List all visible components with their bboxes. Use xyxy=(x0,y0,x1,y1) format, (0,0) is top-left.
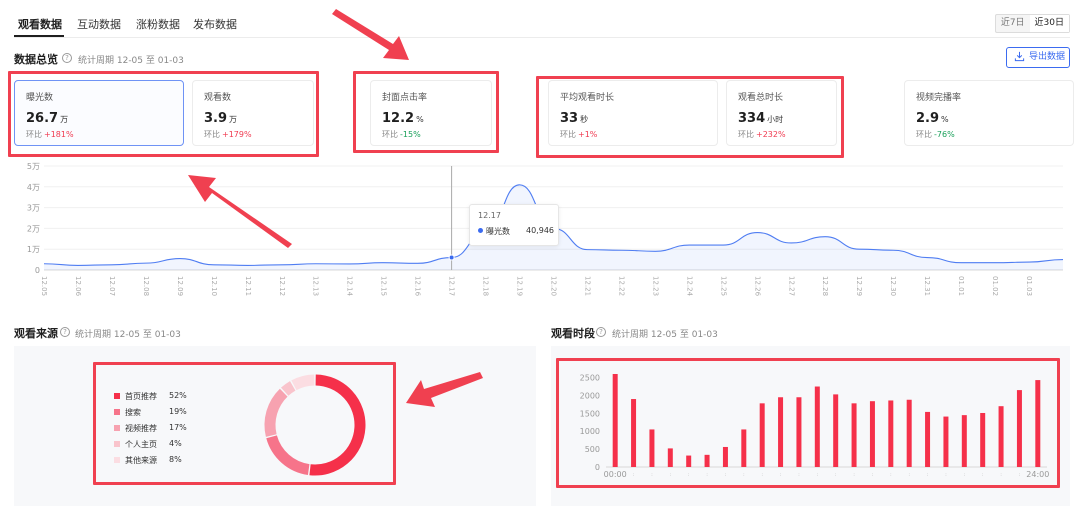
overview-title: 数据总览 xyxy=(14,53,58,66)
annotation-box xyxy=(556,358,1060,488)
x-tick-label: 12.13 xyxy=(312,276,320,296)
x-tick-label: 12.24 xyxy=(685,276,693,297)
x-tick-label: 12.20 xyxy=(550,276,558,296)
download-icon xyxy=(1014,51,1025,62)
source-title: 观看来源 xyxy=(14,327,58,340)
y-tick-label: 1万 xyxy=(27,245,40,254)
x-tick-label: 12.06 xyxy=(74,276,82,297)
overview-period: 统计周期 12-05 至 01-03 xyxy=(78,56,184,66)
x-tick-label: 12.10 xyxy=(210,276,218,296)
x-tick-label: 12.22 xyxy=(617,276,625,296)
x-tick-label: 12.26 xyxy=(753,276,761,297)
y-tick-label: 2万 xyxy=(27,224,40,233)
annotation-arrow xyxy=(332,9,409,60)
tooltip-date: 12.17 xyxy=(478,211,501,220)
x-tick-label: 01.02 xyxy=(991,276,999,296)
tooltip-series-label: 曝光数 xyxy=(486,227,510,236)
x-tick-label: 01.01 xyxy=(957,276,965,296)
metric-value: 2.9% xyxy=(916,111,949,126)
x-tick-label: 12.28 xyxy=(821,276,829,296)
x-tick-label: 12.25 xyxy=(719,276,727,296)
range-30-days-button[interactable]: 近30日 xyxy=(1029,15,1069,32)
tooltip-series-dot xyxy=(478,228,483,233)
export-data-label: 导出数据 xyxy=(1029,52,1066,62)
x-tick-label: 12.16 xyxy=(414,276,422,297)
x-tick-label: 12.27 xyxy=(787,276,795,296)
x-tick-label: 12.21 xyxy=(583,276,591,296)
y-tick-label: 5万 xyxy=(27,162,40,171)
chart-tooltip: 12.17 曝光数 40,946 xyxy=(469,204,559,246)
help-icon[interactable]: ? xyxy=(596,327,606,337)
timeslot-period: 统计周期 12-05 至 01-03 xyxy=(612,330,718,340)
annotation-box xyxy=(93,362,396,485)
source-period: 统计周期 12-05 至 01-03 xyxy=(75,330,181,340)
x-tick-label: 01.03 xyxy=(1025,276,1033,296)
x-tick-label: 12.17 xyxy=(448,276,456,296)
annotation-box xyxy=(536,76,844,158)
x-tick-label: 12.14 xyxy=(346,276,354,297)
annotation-box xyxy=(353,71,499,153)
metric-label: 视频完播率 xyxy=(916,93,962,103)
y-tick-label: 4万 xyxy=(27,183,40,192)
tab-watch-data[interactable]: 观看数据 xyxy=(18,16,62,32)
x-tick-label: 12.07 xyxy=(108,276,116,296)
date-range-toggle: 近7日 近30日 xyxy=(994,14,1070,33)
metric-compare: 环比 -76% xyxy=(916,130,955,139)
x-tick-label: 12.12 xyxy=(278,276,286,296)
tooltip-value: 40,946 xyxy=(526,226,554,235)
y-tick-label: 0 xyxy=(35,266,40,275)
x-tick-label: 12.15 xyxy=(380,276,388,296)
help-icon[interactable]: ? xyxy=(60,327,70,337)
range-7-days-button[interactable]: 近7日 xyxy=(996,15,1030,32)
x-tick-label: 12.29 xyxy=(855,276,863,296)
timeslot-title: 观看时段 xyxy=(551,327,595,340)
metric-card-completion-rate[interactable]: 视频完播率 2.9% 环比 -76% xyxy=(904,80,1074,146)
tab-publish-data[interactable]: 发布数据 xyxy=(193,16,237,32)
x-tick-label: 12.09 xyxy=(176,276,184,296)
x-tick-label: 12.19 xyxy=(516,276,524,296)
x-tick-label: 12.23 xyxy=(651,276,659,296)
export-data-button[interactable]: 导出数据 xyxy=(1006,47,1070,68)
x-tick-label: 12.31 xyxy=(923,276,931,296)
hover-point xyxy=(448,254,455,261)
x-tick-label: 12.30 xyxy=(889,276,897,296)
active-tab-indicator xyxy=(14,35,64,37)
help-icon[interactable]: ? xyxy=(62,53,72,63)
y-tick-label: 3万 xyxy=(27,204,40,213)
tab-divider xyxy=(14,37,1070,38)
x-tick-label: 12.18 xyxy=(482,276,490,296)
x-tick-label: 12.11 xyxy=(244,276,252,296)
tab-interaction-data[interactable]: 互动数据 xyxy=(77,16,121,32)
x-tick-label: 12.08 xyxy=(142,276,150,296)
tab-follower-data[interactable]: 涨粉数据 xyxy=(136,16,180,32)
annotation-box xyxy=(8,71,319,157)
x-tick-label: 12.05 xyxy=(40,276,48,296)
